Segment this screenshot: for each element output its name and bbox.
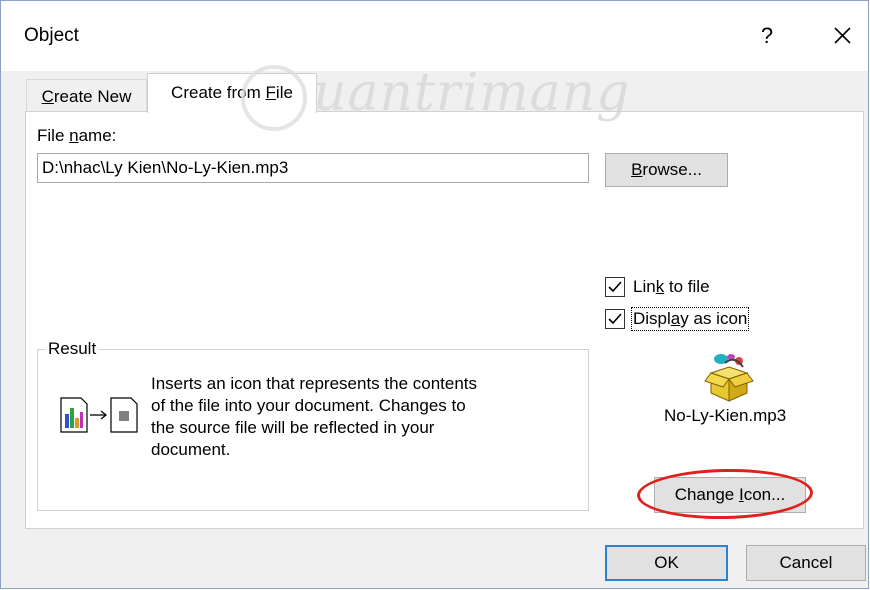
link-label-part: to file — [664, 277, 710, 296]
file-label-part: File — [37, 126, 70, 145]
close-icon[interactable] — [826, 21, 858, 51]
change-label-part: Change — [674, 485, 739, 504]
link-label-part: Lin — [633, 277, 656, 296]
browse-label-part: rowse... — [642, 160, 702, 179]
ok-button[interactable]: OK — [605, 545, 728, 581]
link-to-file-checkbox[interactable] — [605, 277, 625, 297]
file-name-input[interactable]: D:\nhac\Ly Kien\No-Ly-Kien.mp3 — [37, 153, 589, 183]
tab-create-new[interactable]: Create New — [26, 79, 147, 111]
result-diagram-icon — [59, 394, 147, 434]
result-legend: Result — [45, 339, 100, 359]
display-label-part: Displ — [633, 309, 671, 328]
browse-label-mnemonic: B — [631, 160, 643, 179]
display-label-mnemonic: a — [670, 309, 681, 328]
link-to-file-label[interactable]: Link to file — [633, 277, 710, 297]
cancel-button[interactable]: Cancel — [746, 545, 866, 581]
display-as-icon-label[interactable]: Display as icon — [630, 307, 750, 331]
dialog-title: Object — [24, 25, 79, 46]
result-line: of the file into your document. Changes … — [151, 396, 466, 415]
result-line: Inserts an icon that represents the cont… — [151, 374, 478, 393]
help-icon[interactable]: ? — [753, 21, 781, 51]
tab-label-part: ile — [275, 83, 293, 102]
display-label-part: y as icon — [680, 309, 748, 328]
change-icon-button[interactable]: Change Icon... — [654, 477, 806, 513]
tab-label-mnemonic: F — [265, 83, 276, 102]
link-label-mnemonic: k — [655, 277, 665, 296]
package-icon — [701, 351, 757, 403]
title-bar: Object ? — [1, 1, 868, 71]
file-label-mnemonic: n — [69, 126, 79, 145]
display-as-icon-checkbox[interactable] — [605, 309, 625, 329]
browse-button[interactable]: Browse... — [605, 153, 728, 187]
result-description: Inserts an icon that represents the cont… — [151, 373, 541, 461]
object-dialog: Object ? Create New Create from File uan… — [0, 0, 869, 589]
change-label-part: con... — [743, 485, 786, 504]
result-line: document. — [151, 440, 231, 459]
file-label-part: ame: — [78, 126, 117, 145]
tab-create-from-file[interactable]: Create from File — [147, 73, 317, 113]
tab-label-part: Create from — [171, 83, 266, 102]
tab-label-mnemonic: C — [41, 87, 54, 106]
file-name-label: File name: — [37, 126, 116, 146]
result-line: the source file will be reflected in you… — [151, 418, 435, 437]
tab-label-part: reate New — [53, 87, 132, 106]
icon-caption: No-Ly-Kien.mp3 — [664, 406, 787, 425]
